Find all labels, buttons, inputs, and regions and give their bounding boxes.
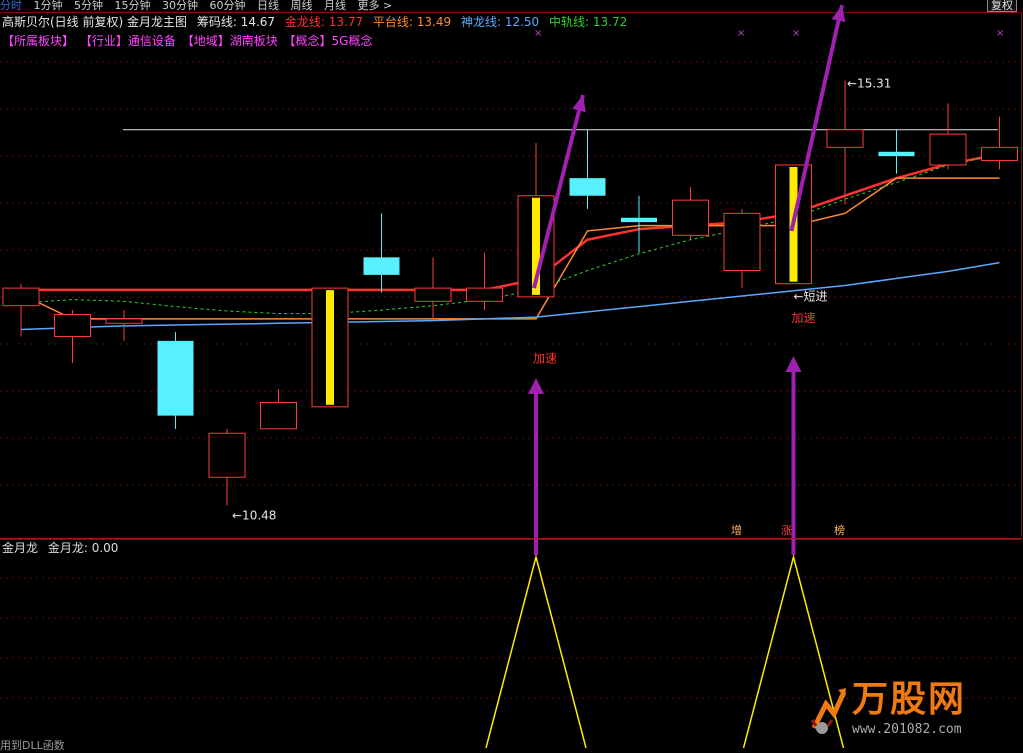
candle-body: [826, 129, 864, 148]
low-price-label: ←10.48: [232, 508, 276, 522]
stock-title: 高斯贝尔(日线 前复权) 金月龙主图: [2, 15, 187, 29]
candle-body: [157, 340, 194, 416]
candle-body: [414, 287, 452, 302]
sector-tags: 【所属板块】 【行业】通信设备 【地域】湖南板块 【概念】5G概念: [2, 33, 374, 49]
accel-label: 加速: [533, 352, 557, 366]
indicator-chip: 金龙线: 13.77: [284, 15, 364, 29]
tag-sector[interactable]: 【所属板块】: [2, 34, 74, 48]
candle-body: [672, 199, 709, 236]
candle-body: [878, 151, 915, 157]
indicator-chip: 中轨线: 13.72: [549, 15, 628, 29]
candle-body: [2, 287, 40, 307]
high-price-label: ←15.31: [847, 77, 891, 91]
candle-body: [621, 217, 657, 223]
candle-body: [466, 287, 503, 302]
indicator-chip: 平台线: 13.49: [372, 15, 452, 29]
sub-panel-title: 金月龙: [2, 541, 39, 555]
series-line: [21, 153, 1000, 292]
bottom-mark-label: 榜: [834, 523, 845, 537]
candle-body: [981, 146, 1018, 162]
watermark: 万股网 www.201082.com: [808, 676, 1018, 744]
series-line: [20, 177, 1000, 320]
accel-label: 加速: [792, 311, 816, 325]
candle-body: [723, 212, 761, 272]
watermark-url: www.201082.com: [852, 722, 962, 737]
candle-body: [363, 257, 400, 275]
tag-region[interactable]: 【地域】湖南板块: [182, 34, 278, 48]
sub-panel-header: 金月龙 金月龙: 0.00: [2, 540, 124, 556]
signal-marker-icon: ×: [792, 28, 800, 39]
candle-body: [208, 432, 246, 478]
tag-concept[interactable]: 【概念】5G概念: [284, 34, 373, 48]
candle-body: [260, 401, 297, 430]
bottom-mark-label: 涨: [781, 524, 792, 537]
indicator-chip: 神龙线: 12.50: [460, 15, 540, 29]
watermark-brand: 万股网: [852, 679, 967, 720]
short-entry-label: ←短进: [794, 289, 828, 303]
accel-arrow-head: [785, 356, 802, 372]
chart-header: 高斯贝尔(日线 前复权) 金月龙主图 筹码线: 14.67 金龙线: 13.77…: [2, 14, 633, 30]
indicator-chip: 筹码线: 14.67: [196, 15, 276, 29]
accel-arrow-head: [528, 378, 544, 394]
footer-hint: 用到DLL函数: [0, 739, 65, 752]
signal-marker-icon: ×: [996, 28, 1004, 39]
candle-body: [929, 133, 967, 166]
candle-body: [105, 318, 143, 324]
signal-marker-icon: ×: [737, 28, 745, 39]
candle-body: [54, 313, 91, 337]
bull-logo-icon: [810, 688, 847, 734]
signal-bar: [326, 290, 334, 405]
sub-panel-value: 金月龙: 0.00: [47, 541, 119, 555]
candle-body: [569, 178, 606, 196]
bottom-mark-label: 增: [731, 523, 742, 537]
tag-industry[interactable]: 【行业】通信设备: [80, 34, 176, 48]
